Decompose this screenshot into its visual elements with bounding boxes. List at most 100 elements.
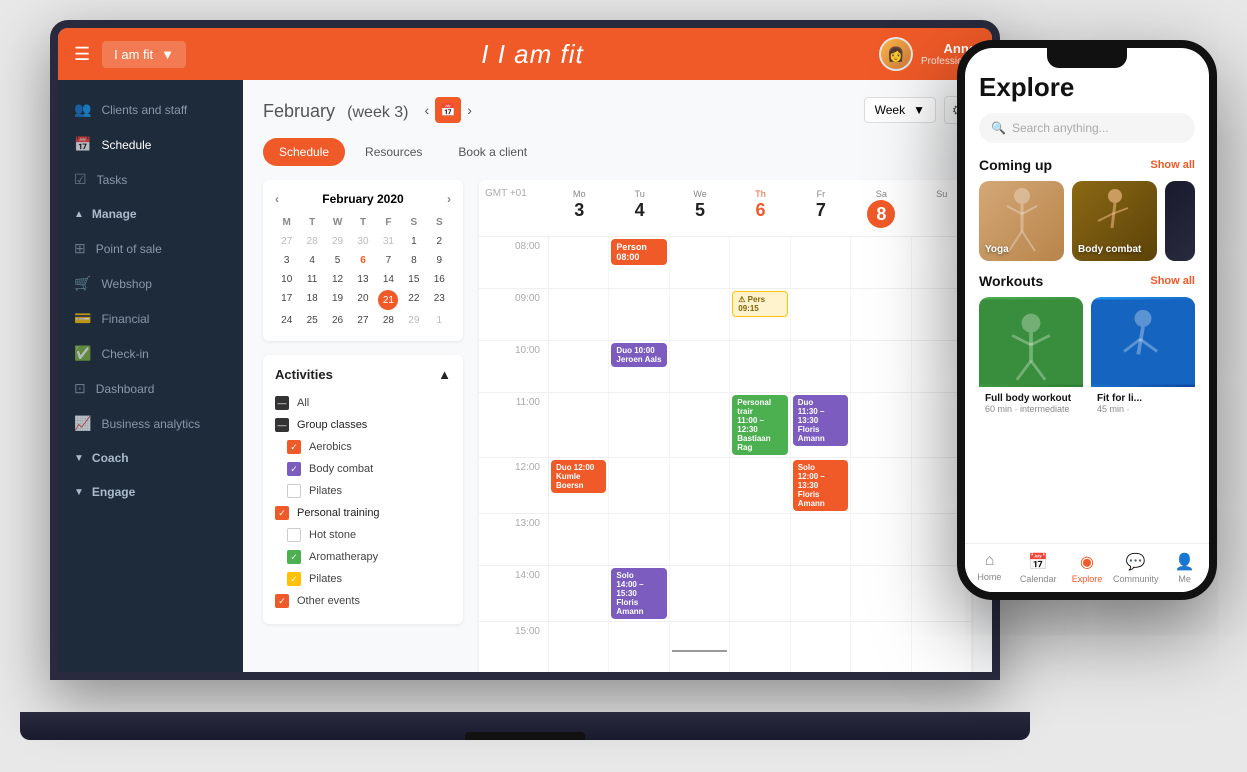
cal-cell-mo-14[interactable] xyxy=(549,566,609,621)
cal-cell-fr-14[interactable] xyxy=(791,566,851,621)
cal-cell-tu-09[interactable] xyxy=(609,289,669,340)
cal-cell-we-13[interactable] xyxy=(670,514,730,565)
cal-cell-we-14[interactable] xyxy=(670,566,730,621)
cal-cell-sa-09[interactable] xyxy=(851,289,911,340)
sidebar-section-manage[interactable]: ▲ Manage xyxy=(58,197,243,231)
cal-cell-fr-10[interactable] xyxy=(791,341,851,392)
cal-cell-sa-15[interactable] xyxy=(851,622,911,672)
phone-nav-home[interactable]: ⌂ Home xyxy=(965,552,1014,584)
sidebar-section-coach[interactable]: ▼ Coach xyxy=(58,441,243,475)
pilates-checkbox[interactable] xyxy=(287,484,301,498)
mini-cal-date[interactable]: 1 xyxy=(428,312,451,329)
activity-item-bodycombat[interactable]: ✓ Body combat xyxy=(275,458,451,480)
event-personal-train-th[interactable]: Personal trair11:00 – 12:30Bastiaan Rag xyxy=(732,395,787,455)
sidebar-item-schedule[interactable]: 📅 Schedule xyxy=(58,127,243,162)
cal-cell-tu-11[interactable] xyxy=(609,393,669,457)
cal-cell-sa-08[interactable] xyxy=(851,237,911,288)
cal-cell-we-10[interactable] xyxy=(670,341,730,392)
workout-card-fitfor[interactable]: Fit for li... 45 min · xyxy=(1091,297,1195,420)
workout-card-fullbody[interactable]: Full body workout 60 min · intermediate xyxy=(979,297,1083,420)
group-checkbox[interactable]: — xyxy=(275,418,289,432)
mini-cal-date[interactable]: 20 xyxy=(351,290,374,310)
cal-cell-mo-12[interactable]: Duo 12:00Kumle Boersn xyxy=(549,458,609,513)
sidebar-item-checkin[interactable]: ✅ Check-in xyxy=(58,336,243,371)
cal-cell-mo-15[interactable] xyxy=(549,622,609,672)
sidebar-item-tasks[interactable]: ☑ Tasks xyxy=(58,162,243,197)
sidebar-section-engage[interactable]: ▼ Engage xyxy=(58,475,243,509)
cal-cell-mo-10[interactable] xyxy=(549,341,609,392)
pilates2-checkbox[interactable]: ✓ xyxy=(287,572,301,586)
sidebar-item-clients[interactable]: 👥 Clients and staff xyxy=(58,92,243,127)
mini-cal-date[interactable]: 17 xyxy=(275,290,298,310)
cal-cell-mo-13[interactable] xyxy=(549,514,609,565)
mini-cal-date-today[interactable]: 21 xyxy=(378,290,398,310)
cal-cell-th-11[interactable]: Personal trair11:00 – 12:30Bastiaan Rag xyxy=(730,393,790,457)
cal-cell-fr-09[interactable] xyxy=(791,289,851,340)
activity-item-aromatherapy[interactable]: ✓ Aromatherapy xyxy=(275,546,451,568)
brand-selector[interactable]: I am fit ▼ xyxy=(102,41,186,68)
mini-cal-date[interactable]: 25 xyxy=(300,312,323,329)
cal-cell-tu-13[interactable] xyxy=(609,514,669,565)
mini-cal-date[interactable]: 3 xyxy=(275,252,298,269)
cal-cell-mo-09[interactable] xyxy=(549,289,609,340)
cal-cell-we-09[interactable] xyxy=(670,289,730,340)
cal-cell-mo-11[interactable] xyxy=(549,393,609,457)
activity-item-pilates2[interactable]: ✓ Pilates xyxy=(275,568,451,590)
bodycombat-checkbox[interactable]: ✓ xyxy=(287,462,301,476)
sidebar-item-webshop[interactable]: 🛒 Webshop xyxy=(58,266,243,301)
cal-cell-fr-08[interactable] xyxy=(791,237,851,288)
cal-cell-we-15[interactable] xyxy=(670,622,730,672)
cal-cell-tu-08[interactable]: Person 08:00 xyxy=(609,237,669,288)
mini-cal-date[interactable]: 28 xyxy=(300,233,323,250)
mini-cal-date[interactable]: 8 xyxy=(402,252,425,269)
cal-cell-sa-13[interactable] xyxy=(851,514,911,565)
activity-item-other[interactable]: ✓ Other events xyxy=(275,590,451,612)
workouts-show-all[interactable]: Show all xyxy=(1150,275,1195,287)
cal-cell-th-14[interactable] xyxy=(730,566,790,621)
mini-cal-date[interactable]: 28 xyxy=(377,312,400,329)
cal-cell-we-11[interactable] xyxy=(670,393,730,457)
mini-cal-date[interactable]: 30 xyxy=(351,233,374,250)
cal-cell-tu-15[interactable] xyxy=(609,622,669,672)
cal-cell-sa-11[interactable] xyxy=(851,393,911,457)
cal-cell-th-15[interactable] xyxy=(730,622,790,672)
mini-cal-date[interactable]: 2 xyxy=(428,233,451,250)
personal-checkbox[interactable]: ✓ xyxy=(275,506,289,520)
tab-schedule[interactable]: Schedule xyxy=(263,138,345,166)
cal-cell-we-08[interactable] xyxy=(670,237,730,288)
event-solo-1400[interactable]: Solo14:00 – 15:30Floris Amann xyxy=(611,568,666,619)
mini-cal-date[interactable]: 16 xyxy=(428,271,451,288)
event-person-0800[interactable]: Person 08:00 xyxy=(611,239,666,265)
phone-nav-community[interactable]: 💬 Community xyxy=(1111,552,1160,584)
mini-cal-date[interactable]: 29 xyxy=(402,312,425,329)
cal-cell-tu-10[interactable]: Duo 10:00Jeroen Aals xyxy=(609,341,669,392)
mini-cal-date[interactable]: 31 xyxy=(377,233,400,250)
mini-cal-date[interactable]: 13 xyxy=(351,271,374,288)
tab-resources[interactable]: Resources xyxy=(349,138,438,166)
activity-item-hotstone[interactable]: Hot stone xyxy=(275,524,451,546)
event-duo-1200[interactable]: Duo 12:00Kumle Boersn xyxy=(551,460,606,493)
sidebar-item-financial[interactable]: 💳 Financial xyxy=(58,301,243,336)
mini-cal-date[interactable]: 12 xyxy=(326,271,349,288)
cal-cell-th-08[interactable] xyxy=(730,237,790,288)
cal-cell-fr-15[interactable] xyxy=(791,622,851,672)
hotstone-checkbox[interactable] xyxy=(287,528,301,542)
hamburger-icon[interactable]: ☰ xyxy=(74,44,90,65)
mini-cal-date[interactable]: 19 xyxy=(326,290,349,310)
cal-cell-fr-12[interactable]: Solo12:00 – 13:30Floris Amann xyxy=(791,458,851,513)
mini-cal-date[interactable]: 1 xyxy=(402,233,425,250)
mini-cal-date[interactable]: 23 xyxy=(428,290,451,310)
cal-cell-th-09[interactable]: ⚠ Pers 09:15 xyxy=(730,289,790,340)
card-combat[interactable]: Body combat xyxy=(1072,181,1157,261)
mini-cal-date[interactable]: 6 xyxy=(351,252,374,269)
mini-cal-date[interactable]: 7 xyxy=(377,252,400,269)
cal-cell-mo-08[interactable] xyxy=(549,237,609,288)
mini-cal-date[interactable]: 15 xyxy=(402,271,425,288)
activity-item-all[interactable]: — All xyxy=(275,392,451,414)
event-duo-fr[interactable]: Duo11:30 – 13:30Floris Amann xyxy=(793,395,848,446)
next-arrow[interactable]: › xyxy=(467,102,472,118)
aerobics-checkbox[interactable]: ✓ xyxy=(287,440,301,454)
all-checkbox[interactable]: — xyxy=(275,396,289,410)
activities-collapse-icon[interactable]: ▲ xyxy=(438,367,451,382)
phone-nav-calendar[interactable]: 📅 Calendar xyxy=(1014,552,1063,584)
